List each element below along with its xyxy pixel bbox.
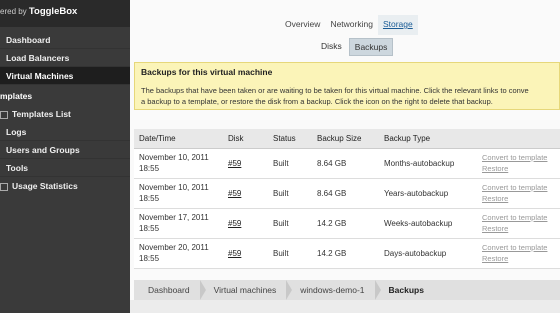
cell-date: November 17, 2011 18:55 [134, 208, 223, 239]
chart-icon [0, 182, 8, 191]
cell-disk: #59 [223, 238, 268, 269]
sidebar-item-usage-statistics[interactable]: Usage Statistics [0, 177, 130, 195]
sidebar-item-users-groups[interactable]: Users and Groups [0, 141, 130, 159]
table-header-row: Date/Time Disk Status Backup Size Backup… [134, 129, 560, 149]
brand-name: ToggleBox [28, 6, 78, 17]
table-row: November 10, 2011 18:55 #59 Built 8.64 GB… [134, 178, 560, 209]
cell-type: Years-autobackup [379, 178, 477, 209]
cell-disk: #59 [223, 148, 268, 179]
sidebar: ered by ToggleBox Dashboard Load Balance… [0, 0, 130, 313]
disk-link[interactable]: #59 [228, 159, 241, 168]
brand: ered by ToggleBox [0, 0, 130, 27]
col-header-date: Date/Time [134, 129, 223, 149]
convert-to-template-link[interactable]: Convert to template [482, 183, 547, 192]
tab-storage[interactable]: Storage [377, 15, 418, 35]
cell-disk: #59 [223, 208, 268, 239]
breadcrumb: Dashboard Virtual machines windows-demo-… [134, 280, 560, 300]
sidebar-item-tools[interactable]: Tools [0, 159, 130, 177]
backups-table: Date/Time Disk Status Backup Size Backup… [134, 129, 560, 269]
table-row: November 20, 2011 18:55 #59 Built 14.2 GB… [134, 238, 560, 269]
sidebar-item-templates-list[interactable]: Templates List [0, 105, 130, 123]
cell-disk: #59 [223, 178, 268, 209]
tab-overview[interactable]: Overview [280, 15, 325, 35]
cell-size: 8.64 GB [312, 178, 379, 209]
restore-link[interactable]: Restore [482, 164, 508, 173]
main-content: Overview Networking Storage Disks Backup… [130, 0, 560, 313]
cell-actions: Convert to template Restore [477, 238, 560, 269]
disk-link[interactable]: #59 [228, 249, 241, 258]
cell-date: November 10, 2011 18:55 [134, 148, 223, 179]
breadcrumb-dashboard[interactable]: Dashboard [134, 280, 206, 300]
cell-status: Built [268, 178, 312, 209]
cell-size: 8.64 GB [312, 148, 379, 179]
sub-tabs: Disks Backups [316, 38, 394, 56]
sidebar-item-dashboard[interactable]: Dashboard [0, 31, 130, 49]
breadcrumb-backups: Backups [388, 285, 424, 295]
templates-icon [0, 110, 8, 119]
info-notice: Backups for this virtual machine The bac… [134, 62, 560, 110]
sidebar-item-label: Usage Statistics [12, 181, 78, 191]
table-row: November 17, 2011 18:55 #59 Built 14.2 GB… [134, 208, 560, 239]
cell-actions: Convert to template Restore [477, 178, 560, 209]
tab-networking[interactable]: Networking [325, 15, 378, 35]
sidebar-item-logs[interactable]: Logs [0, 123, 130, 141]
restore-link[interactable]: Restore [482, 224, 508, 233]
cell-date: November 20, 2011 18:55 [134, 238, 223, 269]
table-row: November 10, 2011 18:55 #59 Built 8.64 GB… [134, 148, 560, 179]
breadcrumb-vm[interactable]: windows-demo-1 [286, 280, 381, 300]
notice-line-2: a backup to a template, or restore the d… [141, 97, 493, 106]
convert-to-template-link[interactable]: Convert to template [482, 213, 547, 222]
sidebar-group-templates[interactable]: mplates [0, 85, 130, 105]
tab-disks[interactable]: Disks [316, 38, 347, 56]
col-header-size: Backup Size [312, 129, 379, 149]
restore-link[interactable]: Restore [482, 254, 508, 263]
restore-link[interactable]: Restore [482, 194, 508, 203]
col-header-actions [477, 129, 560, 149]
footer-band [130, 300, 560, 313]
cell-actions: Convert to template Restore [477, 208, 560, 239]
sidebar-item-virtual-machines[interactable]: Virtual Machines [0, 67, 130, 85]
sidebar-item-label: Templates List [12, 109, 71, 119]
cell-type: Days-autobackup [379, 238, 477, 269]
cell-status: Built [268, 208, 312, 239]
tab-backups[interactable]: Backups [348, 38, 394, 56]
disk-link[interactable]: #59 [228, 219, 241, 228]
cell-size: 14.2 GB [312, 238, 379, 269]
cell-type: Months-autobackup [379, 148, 477, 179]
convert-to-template-link[interactable]: Convert to template [482, 153, 547, 162]
top-tabs: Overview Networking Storage [280, 15, 418, 35]
col-header-type: Backup Type [379, 129, 477, 149]
cell-date: November 10, 2011 18:55 [134, 178, 223, 209]
sidebar-item-load-balancers[interactable]: Load Balancers [0, 49, 130, 67]
col-header-status: Status [268, 129, 312, 149]
brand-prefix: ered by [0, 7, 27, 16]
notice-title: Backups for this virtual machine [141, 67, 273, 77]
disk-link[interactable]: #59 [228, 189, 241, 198]
breadcrumb-virtual-machines[interactable]: Virtual machines [200, 280, 292, 300]
cell-status: Built [268, 148, 312, 179]
col-header-disk: Disk [223, 129, 268, 149]
notice-line-1: The backups that have been taken or are … [141, 86, 529, 95]
cell-type: Weeks-autobackup [379, 208, 477, 239]
cell-size: 14.2 GB [312, 208, 379, 239]
convert-to-template-link[interactable]: Convert to template [482, 243, 547, 252]
cell-actions: Convert to template Restore [477, 148, 560, 179]
cell-status: Built [268, 238, 312, 269]
